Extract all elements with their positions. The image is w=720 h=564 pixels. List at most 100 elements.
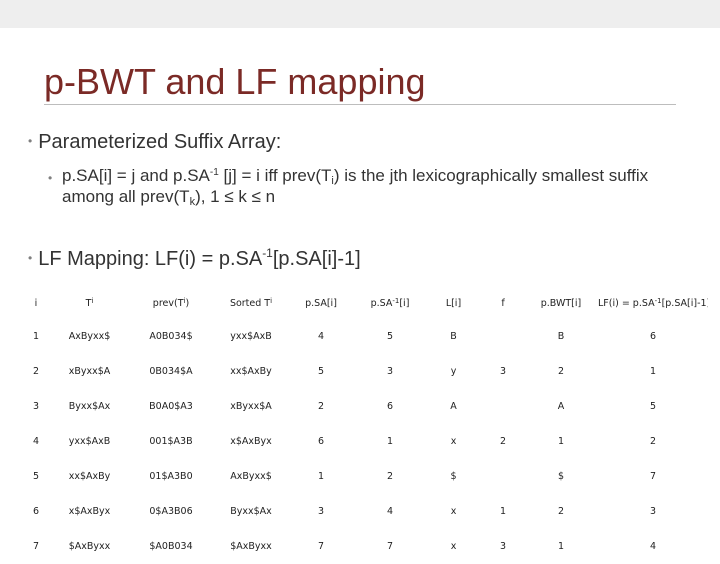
- header-lf: LF(i) = p.SA-1[p.SA[i]-1]: [598, 296, 708, 309]
- cell-prev: $A0B034: [149, 541, 193, 552]
- cell-lf: 5: [649, 401, 657, 412]
- header-f: f: [501, 297, 505, 309]
- cell-psa: 4: [317, 331, 325, 342]
- bullet-parameterized-suffix-array: • Parameterized Suffix Array:: [28, 131, 281, 154]
- cell-i: 4: [32, 436, 40, 447]
- bullet2-text-1: p.SA[i] = j and p.SA: [62, 166, 210, 185]
- table-row: 3 Byxx$Ax B0A0$A3 xByxx$A 2 6 A A 5: [20, 389, 708, 424]
- cell-t: AxByxx$: [68, 331, 111, 342]
- cell-pbwt: 1: [557, 541, 565, 552]
- slide-title: p-BWT and LF mapping: [44, 61, 426, 102]
- cell-l: $: [450, 471, 457, 482]
- cell-psa: 3: [317, 506, 325, 517]
- cell-f: 1: [499, 506, 507, 517]
- table-row: 7 $AxByxx $A0B034 $AxByxx 7 7 x 3 1 4: [20, 529, 708, 564]
- bullet1-text: Parameterized Suffix Array:: [38, 131, 282, 153]
- cell-psa: 6: [317, 436, 325, 447]
- table-row: 6 x$AxByx 0$A3B06 Byxx$Ax 3 4 x 1 2 3: [20, 494, 708, 529]
- cell-i: 1: [32, 331, 40, 342]
- header-pbwt: p.BWT[i]: [540, 297, 582, 309]
- title-divider: [44, 104, 676, 105]
- header-psa: p.SA[i]: [305, 297, 337, 309]
- bullet-icon: •: [48, 171, 53, 185]
- cell-l: x: [450, 506, 457, 517]
- bullet-icon: •: [28, 251, 33, 265]
- header-t: Ti: [85, 296, 94, 309]
- cell-psa: 2: [317, 401, 325, 412]
- cell-f: 3: [499, 366, 507, 377]
- bullet2-text-4: ), 1 ≤ k ≤ n: [195, 187, 276, 206]
- bullet2-text-2: [j] = i iff prev(T: [218, 166, 332, 185]
- table-row: 2 xByxx$A 0B034$A xx$AxBy 5 3 y 3 2 1: [20, 354, 708, 389]
- cell-psa-inverse: 5: [386, 331, 394, 342]
- bullet3-text-1: LF Mapping: LF(i) = p.SA: [38, 248, 263, 270]
- bullet-lf-mapping: • LF Mapping: LF(i) = p.SA-1[p.SA[i]-1]: [28, 246, 361, 271]
- cell-f: 2: [499, 436, 507, 447]
- cell-psa-inverse: 6: [386, 401, 394, 412]
- cell-sorted: yxx$AxB: [230, 331, 272, 342]
- cell-lf: 1: [649, 366, 657, 377]
- bullet-psa-definition: • p.SA[i] = j and p.SA-1 [j] = i iff prev…: [48, 165, 682, 208]
- cell-f: [482, 389, 524, 424]
- cell-lf: 2: [649, 436, 657, 447]
- cell-i: 2: [32, 366, 40, 377]
- cell-psa-inverse: 2: [386, 471, 394, 482]
- cell-i: 6: [32, 506, 40, 517]
- cell-t: x$AxByx: [68, 506, 111, 517]
- cell-psa-inverse: 4: [386, 506, 394, 517]
- header-psa-inverse: p.SA-1[i]: [370, 296, 410, 309]
- bullet3-text-2: [p.SA[i]-1]: [272, 248, 361, 270]
- cell-t: Byxx$Ax: [68, 401, 111, 412]
- cell-l: B: [450, 331, 457, 342]
- table-row: 4 yxx$AxB 001$A3B x$AxByx 6 1 x 2 1 2: [20, 424, 708, 459]
- cell-pbwt: 2: [557, 506, 565, 517]
- cell-prev: 001$A3B: [149, 436, 193, 447]
- cell-lf: 6: [649, 331, 657, 342]
- table-row: 5 xx$AxBy 01$A3B0 AxByxx$ 1 2 $ $ 7: [20, 459, 708, 494]
- cell-pbwt: A: [557, 401, 565, 412]
- cell-lf: 7: [649, 471, 657, 482]
- cell-t: xByxx$A: [68, 366, 111, 377]
- cell-sorted: xByxx$A: [230, 401, 272, 412]
- cell-l: A: [450, 401, 457, 412]
- cell-sorted: AxByxx$: [230, 471, 272, 482]
- slide-top-bar: [0, 0, 720, 28]
- pbwt-table: i Ti prev(Ti) Sorted Ti p.SA[i] p.SA-1[i…: [20, 287, 708, 564]
- cell-t: yxx$AxB: [68, 436, 111, 447]
- cell-l: x: [450, 436, 457, 447]
- table-row: 1 AxByxx$ A0B034$ yxx$AxB 4 5 B B 6: [20, 319, 708, 354]
- cell-i: 5: [32, 471, 40, 482]
- cell-pbwt: B: [557, 331, 565, 342]
- header-sorted: Sorted Ti: [229, 296, 273, 309]
- table-header-row: i Ti prev(Ti) Sorted Ti p.SA[i] p.SA-1[i…: [20, 287, 708, 319]
- cell-prev: 01$A3B0: [149, 471, 193, 482]
- cell-pbwt: $: [557, 471, 565, 482]
- cell-sorted: x$AxByx: [230, 436, 272, 447]
- cell-l: x: [450, 541, 457, 552]
- cell-psa: 5: [317, 366, 325, 377]
- header-i: i: [34, 297, 38, 309]
- cell-pbwt: 1: [557, 436, 565, 447]
- cell-sorted: $AxByxx: [230, 541, 272, 552]
- cell-f: [482, 319, 524, 354]
- cell-prev: 0$A3B06: [149, 506, 193, 517]
- cell-sorted: xx$AxBy: [230, 366, 272, 377]
- bullet3-sup: -1: [262, 246, 273, 260]
- cell-psa-inverse: 3: [386, 366, 394, 377]
- bullet-icon: •: [28, 134, 33, 148]
- cell-psa-inverse: 1: [386, 436, 394, 447]
- cell-pbwt: 2: [557, 366, 565, 377]
- cell-psa: 7: [317, 541, 325, 552]
- cell-t: xx$AxBy: [68, 471, 111, 482]
- header-l: L[i]: [445, 297, 462, 309]
- cell-prev: A0B034$: [149, 331, 193, 342]
- cell-psa: 1: [317, 471, 325, 482]
- cell-l: y: [450, 366, 457, 377]
- cell-f: [482, 459, 524, 494]
- cell-psa-inverse: 7: [386, 541, 394, 552]
- cell-i: 3: [32, 401, 40, 412]
- cell-prev: 0B034$A: [149, 366, 193, 377]
- cell-sorted: Byxx$Ax: [230, 506, 272, 517]
- cell-t: $AxByxx: [68, 541, 111, 552]
- cell-prev: B0A0$A3: [149, 401, 193, 412]
